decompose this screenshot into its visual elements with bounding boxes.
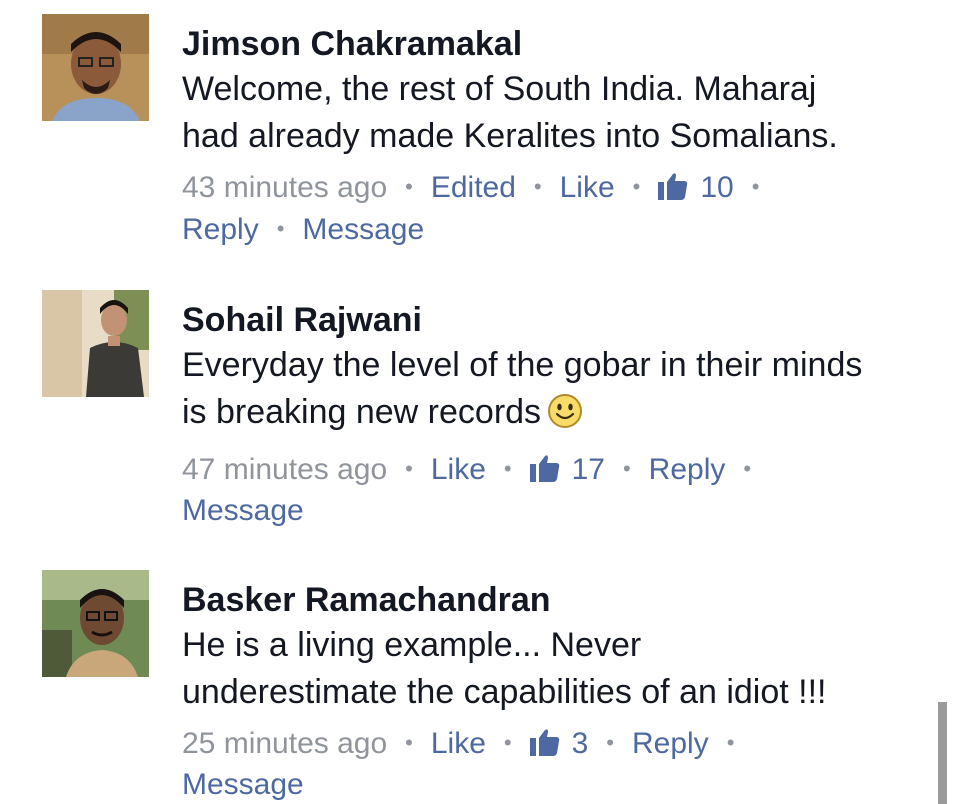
thumbs-up-icon <box>658 172 688 210</box>
edited-link[interactable]: Edited <box>431 171 516 204</box>
reply-button[interactable]: Reply <box>649 453 726 486</box>
comment-meta: 43 minutes ago • Edited • Like • 10 • Reply • Mess… <box>182 168 942 249</box>
thumbs-up-icon <box>529 454 560 492</box>
like-count[interactable]: 3 <box>529 727 589 760</box>
separator: • <box>276 216 285 241</box>
comment-timestamp[interactable]: 47 minutes ago <box>182 453 387 486</box>
reply-button[interactable]: Reply <box>632 727 709 760</box>
comment-text-line: underestimate the capabilities of an idi… <box>182 673 827 711</box>
comment-meta: 47 minutes ago • Like • 17 • Reply • Message <box>182 450 942 530</box>
like-count[interactable]: 10 <box>658 171 734 204</box>
comment-text-line: had already made Keralites into Somalian… <box>182 117 838 155</box>
comment-timestamp[interactable]: 43 minutes ago <box>182 171 387 204</box>
comment-meta: 25 minutes ago • Like • 3 • Reply • Message <box>182 724 942 804</box>
separator: • <box>622 456 631 481</box>
like-button[interactable]: Like <box>431 727 486 760</box>
like-count-value: 17 <box>571 453 605 486</box>
comment-text: Everyday the level of the gobar in their… <box>182 342 942 442</box>
separator: • <box>533 174 542 199</box>
scrollbar[interactable] <box>938 702 947 804</box>
comment-text-fragment: is breaking new records <box>182 393 542 431</box>
comment-author[interactable]: Basker Ramachandran <box>182 582 942 618</box>
like-count-value: 10 <box>700 171 734 204</box>
separator: • <box>405 174 413 199</box>
separator: • <box>503 730 512 755</box>
comment-text-line: Welcome, the rest of South India. Mahara… <box>182 70 817 108</box>
separator: • <box>503 456 512 481</box>
avatar[interactable] <box>42 570 149 677</box>
separator: • <box>405 456 413 481</box>
separator: • <box>726 730 735 755</box>
avatar[interactable] <box>42 14 149 121</box>
like-button[interactable]: Like <box>431 453 486 486</box>
reply-button[interactable]: Reply <box>182 213 259 246</box>
message-button[interactable]: Message <box>182 494 304 527</box>
comment-text-line: He is a living example... Never <box>182 626 642 664</box>
like-button[interactable]: Like <box>560 171 615 204</box>
like-count-value: 3 <box>571 727 589 760</box>
comment-text-line: Everyday the level of the gobar in their… <box>182 346 863 384</box>
separator: • <box>606 730 614 755</box>
like-count[interactable]: 17 <box>529 453 605 486</box>
smiley-emoji-icon <box>547 393 583 442</box>
comment-author[interactable]: Sohail Rajwani <box>182 302 942 338</box>
separator: • <box>632 174 641 199</box>
comment-text-line: is breaking new records <box>182 389 942 442</box>
message-button[interactable]: Message <box>182 768 304 801</box>
comment-timestamp[interactable]: 25 minutes ago <box>182 727 387 760</box>
message-button[interactable]: Message <box>302 213 424 246</box>
separator: • <box>751 174 760 199</box>
avatar[interactable] <box>42 290 149 397</box>
comment-text: He is a living example... Never underest… <box>182 622 942 716</box>
thumbs-up-icon <box>529 728 560 766</box>
separator: • <box>405 730 413 755</box>
comment-author[interactable]: Jimson Chakramakal <box>182 26 942 62</box>
comment-text: Welcome, the rest of South India. Mahara… <box>182 66 942 160</box>
separator: • <box>743 456 752 481</box>
